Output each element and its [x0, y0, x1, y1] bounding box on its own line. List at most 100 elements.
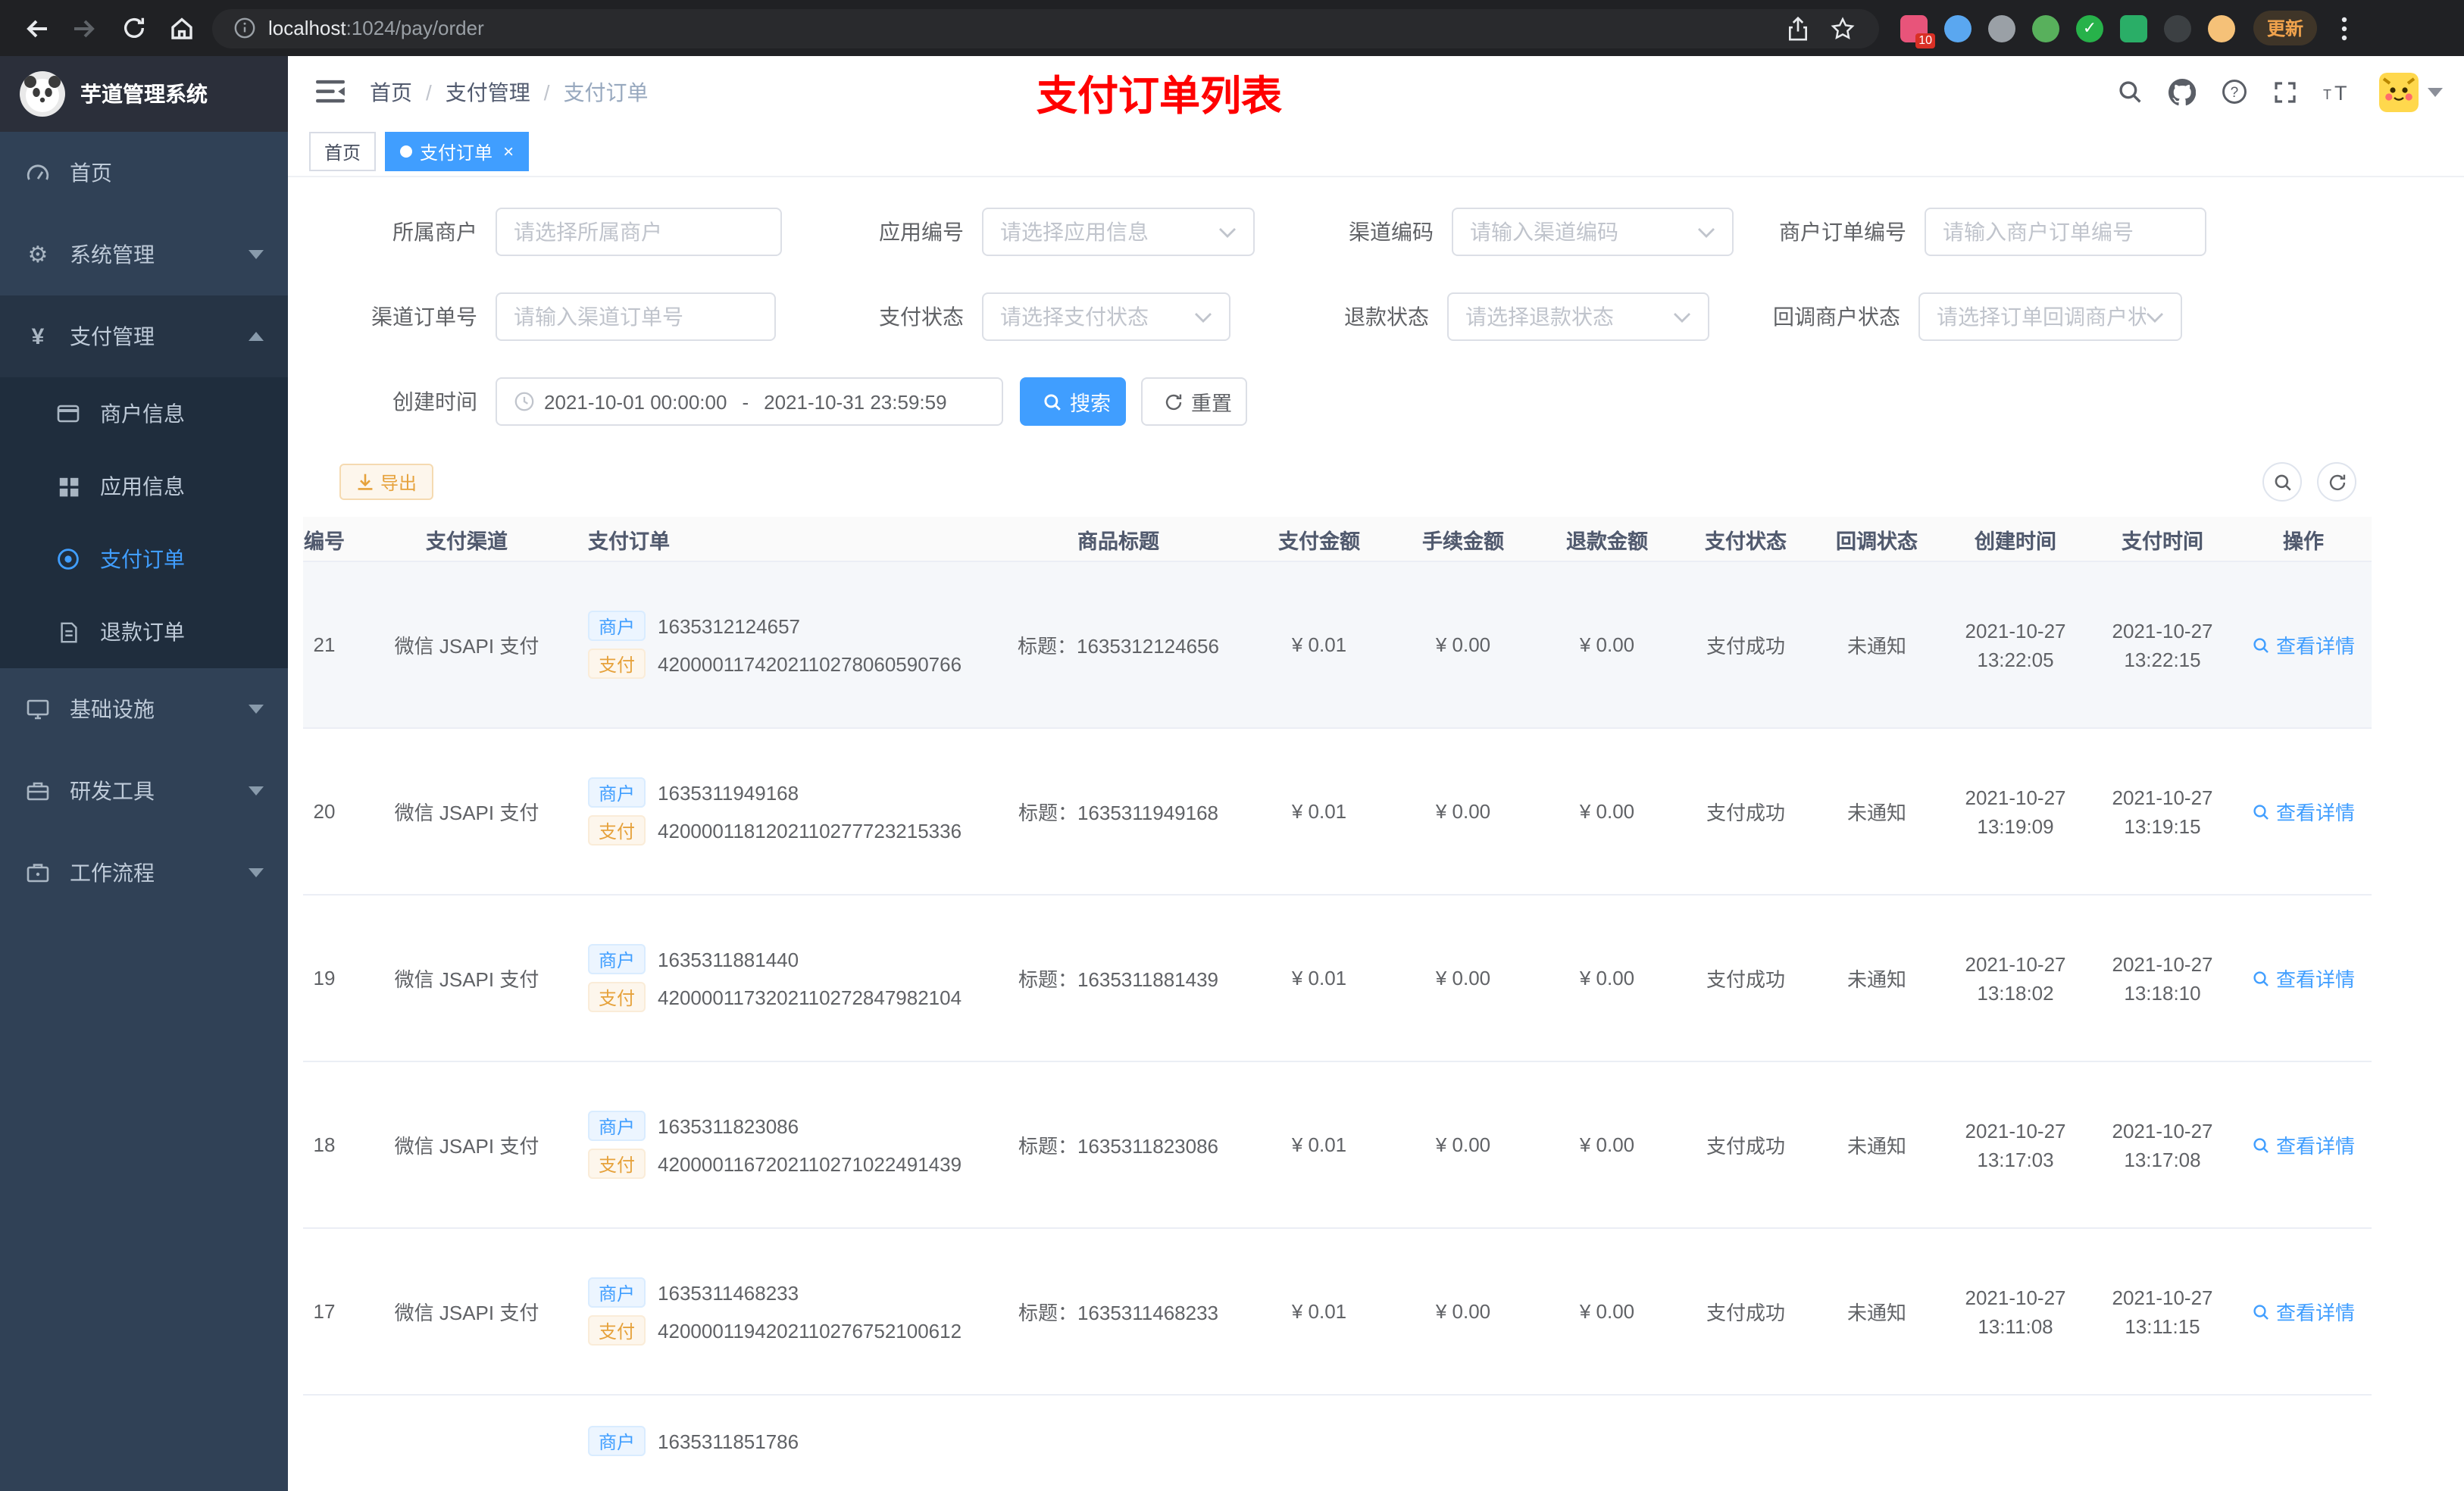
callback-status-select[interactable]: 请选择订单回调商户状态 — [1918, 292, 2182, 341]
breadcrumb-home[interactable]: 首页 — [370, 77, 412, 107]
create-time-range-picker[interactable]: 2021-10-01 00:00:00 - 2021-10-31 23:59:5… — [496, 377, 1003, 426]
pay-time-cell: 2021-10-27 13:19:15 — [2112, 786, 2213, 837]
share-icon[interactable] — [1779, 10, 1815, 46]
sidebar-item-label: 基础设施 — [70, 697, 155, 721]
column-header: 操作 — [2283, 530, 2324, 552]
sidebar-item-infrastructure[interactable]: 基础设施 — [0, 668, 288, 750]
extension-icon[interactable] — [2164, 14, 2191, 42]
reset-button[interactable]: 重置 — [1141, 377, 1247, 426]
search-button[interactable]: 搜索 — [1020, 377, 1126, 426]
pay-status-select[interactable]: 请选择支付状态 — [982, 292, 1230, 341]
search-icon[interactable] — [2117, 79, 2143, 105]
refresh-table-icon[interactable] — [2317, 462, 2356, 502]
top-navbar: 首页 / 支付管理 / 支付订单 支付订单列表 ? T T — [288, 56, 2464, 127]
sidebar-item-home[interactable]: 首页 — [0, 132, 288, 214]
help-icon[interactable]: ? — [2222, 79, 2247, 105]
pay-amount-cell: ¥ 0.01 — [1291, 967, 1347, 989]
sidebar-item-label: 首页 — [70, 161, 112, 185]
logo-avatar-icon — [20, 71, 65, 117]
merchant-select[interactable] — [496, 208, 782, 256]
toggle-search-icon[interactable] — [2262, 462, 2302, 502]
extension-icon[interactable] — [1944, 14, 1972, 42]
browser-update-button[interactable]: 更新 — [2253, 11, 2318, 45]
column-header: 退款金额 — [1566, 530, 1648, 552]
pay-tag: 支付 — [588, 1315, 646, 1346]
order-id-cell: 17 — [313, 1300, 336, 1323]
table-body: 21 微信 JSAPI 支付 商户 1635312124657 支付 42000… — [303, 562, 2372, 1491]
notify-status-cell: 未通知 — [1846, 1302, 1906, 1324]
pay-tag: 支付 — [588, 815, 646, 846]
sidebar-item-workflow[interactable]: 工作流程 — [0, 832, 288, 914]
view-detail-link[interactable]: 查看详情 — [2252, 1130, 2355, 1159]
filter-label: 创建时间 — [392, 389, 477, 414]
sidebar-item-label: 研发工具 — [70, 779, 155, 803]
bookmark-star-icon[interactable] — [1825, 10, 1861, 46]
filter-label: 应用编号 — [879, 220, 964, 244]
tab-pay-order[interactable]: 支付订单 × — [385, 132, 530, 171]
extension-icon[interactable]: 10 — [1900, 14, 1935, 48]
monitor-icon — [24, 697, 52, 721]
payment-channel-cell: 微信 JSAPI 支付 — [394, 802, 539, 824]
table-row-partial: 商户 1635311851786 — [303, 1396, 2372, 1491]
view-detail-link[interactable]: 查看详情 — [2252, 964, 2355, 992]
action-cell: 查看详情 — [2235, 1130, 2372, 1159]
sidebar-item-label: 应用信息 — [100, 474, 185, 499]
tab-close-icon[interactable]: × — [503, 142, 514, 161]
user-avatar-icon — [2379, 72, 2419, 111]
export-button[interactable]: 导出 — [339, 464, 434, 500]
column-header: 支付渠道 — [426, 530, 508, 552]
extension-icon[interactable]: ✓ — [2076, 14, 2103, 42]
app-id-select[interactable]: 请选择应用信息 — [982, 208, 1255, 256]
chevron-up-icon — [249, 332, 264, 341]
github-icon[interactable] — [2169, 78, 2196, 105]
back-icon[interactable] — [18, 10, 55, 46]
browser-menu-icon[interactable] — [2326, 10, 2362, 46]
document-icon — [55, 620, 82, 643]
payment-channel-cell: 微信 JSAPI 支付 — [394, 1302, 539, 1324]
refund-status-select[interactable]: 请选择退款状态 — [1447, 292, 1709, 341]
home-icon[interactable] — [164, 10, 200, 46]
table-header: 编号 支付渠道 支付订单 商品标题 支付金额 手续金额 退款金额 支付状态 回调… — [303, 517, 2372, 562]
column-header: 支付时间 — [2122, 530, 2203, 552]
channel-order-no-input[interactable] — [496, 292, 776, 341]
hamburger-icon[interactable] — [315, 79, 346, 105]
sidebar-item-merchant-info[interactable]: 商户信息 — [0, 377, 288, 450]
view-detail-link[interactable]: 查看详情 — [2252, 797, 2355, 826]
reload-icon[interactable] — [115, 10, 152, 46]
app-logo[interactable]: 芋道管理系统 — [0, 56, 288, 132]
sidebar-item-label: 商户信息 — [100, 402, 185, 426]
url-bar[interactable]: localhost:1024/pay/order — [212, 8, 1879, 48]
view-detail-link[interactable]: 查看详情 — [2252, 630, 2355, 659]
sidebar-item-refund-order[interactable]: 退款订单 — [0, 595, 288, 668]
pay-status-cell: 支付成功 — [1706, 1302, 1785, 1324]
sidebar-item-label: 支付管理 — [70, 324, 155, 349]
refund-amount-cell: ¥ 0.00 — [1579, 967, 1635, 989]
date-separator: - — [742, 390, 749, 413]
caret-down-icon — [2428, 87, 2443, 96]
table-toolbar: 导出 — [303, 462, 2449, 502]
view-detail-link[interactable]: 查看详情 — [2252, 1297, 2355, 1326]
user-avatar-menu[interactable] — [2379, 72, 2443, 111]
forward-icon[interactable] — [67, 10, 103, 46]
sidebar-item-dev-tools[interactable]: 研发工具 — [0, 750, 288, 832]
sidebar-item-app-info[interactable]: 应用信息 — [0, 450, 288, 523]
product-title-cell: 标题：1635311881439 — [1018, 968, 1219, 991]
tab-home[interactable]: 首页 — [309, 132, 377, 171]
sidebar-item-system[interactable]: ⚙ 系统管理 — [0, 214, 288, 295]
breadcrumb-pay-manage[interactable]: 支付管理 — [446, 77, 530, 107]
chevron-down-icon — [1194, 311, 1212, 322]
extension-icon[interactable] — [1988, 14, 2015, 42]
font-size-icon[interactable]: TT — [2323, 80, 2353, 103]
sidebar-item-payment[interactable]: ¥ 支付管理 — [0, 295, 288, 377]
action-cell: 查看详情 — [2235, 964, 2372, 992]
extension-icon[interactable] — [2120, 14, 2147, 42]
channel-code-select[interactable]: 请输入渠道编码 — [1452, 208, 1734, 256]
merchant-order-no-input[interactable] — [1925, 208, 2206, 256]
fee-amount-cell: ¥ 0.00 — [1435, 800, 1491, 823]
page-info-icon[interactable] — [230, 10, 258, 46]
sidebar-item-pay-order[interactable]: 支付订单 — [0, 523, 288, 595]
fullscreen-icon[interactable] — [2273, 80, 2297, 104]
profile-avatar-icon[interactable] — [2208, 14, 2235, 42]
extension-icon[interactable] — [2032, 14, 2059, 42]
url-host: localhost — [268, 17, 346, 39]
